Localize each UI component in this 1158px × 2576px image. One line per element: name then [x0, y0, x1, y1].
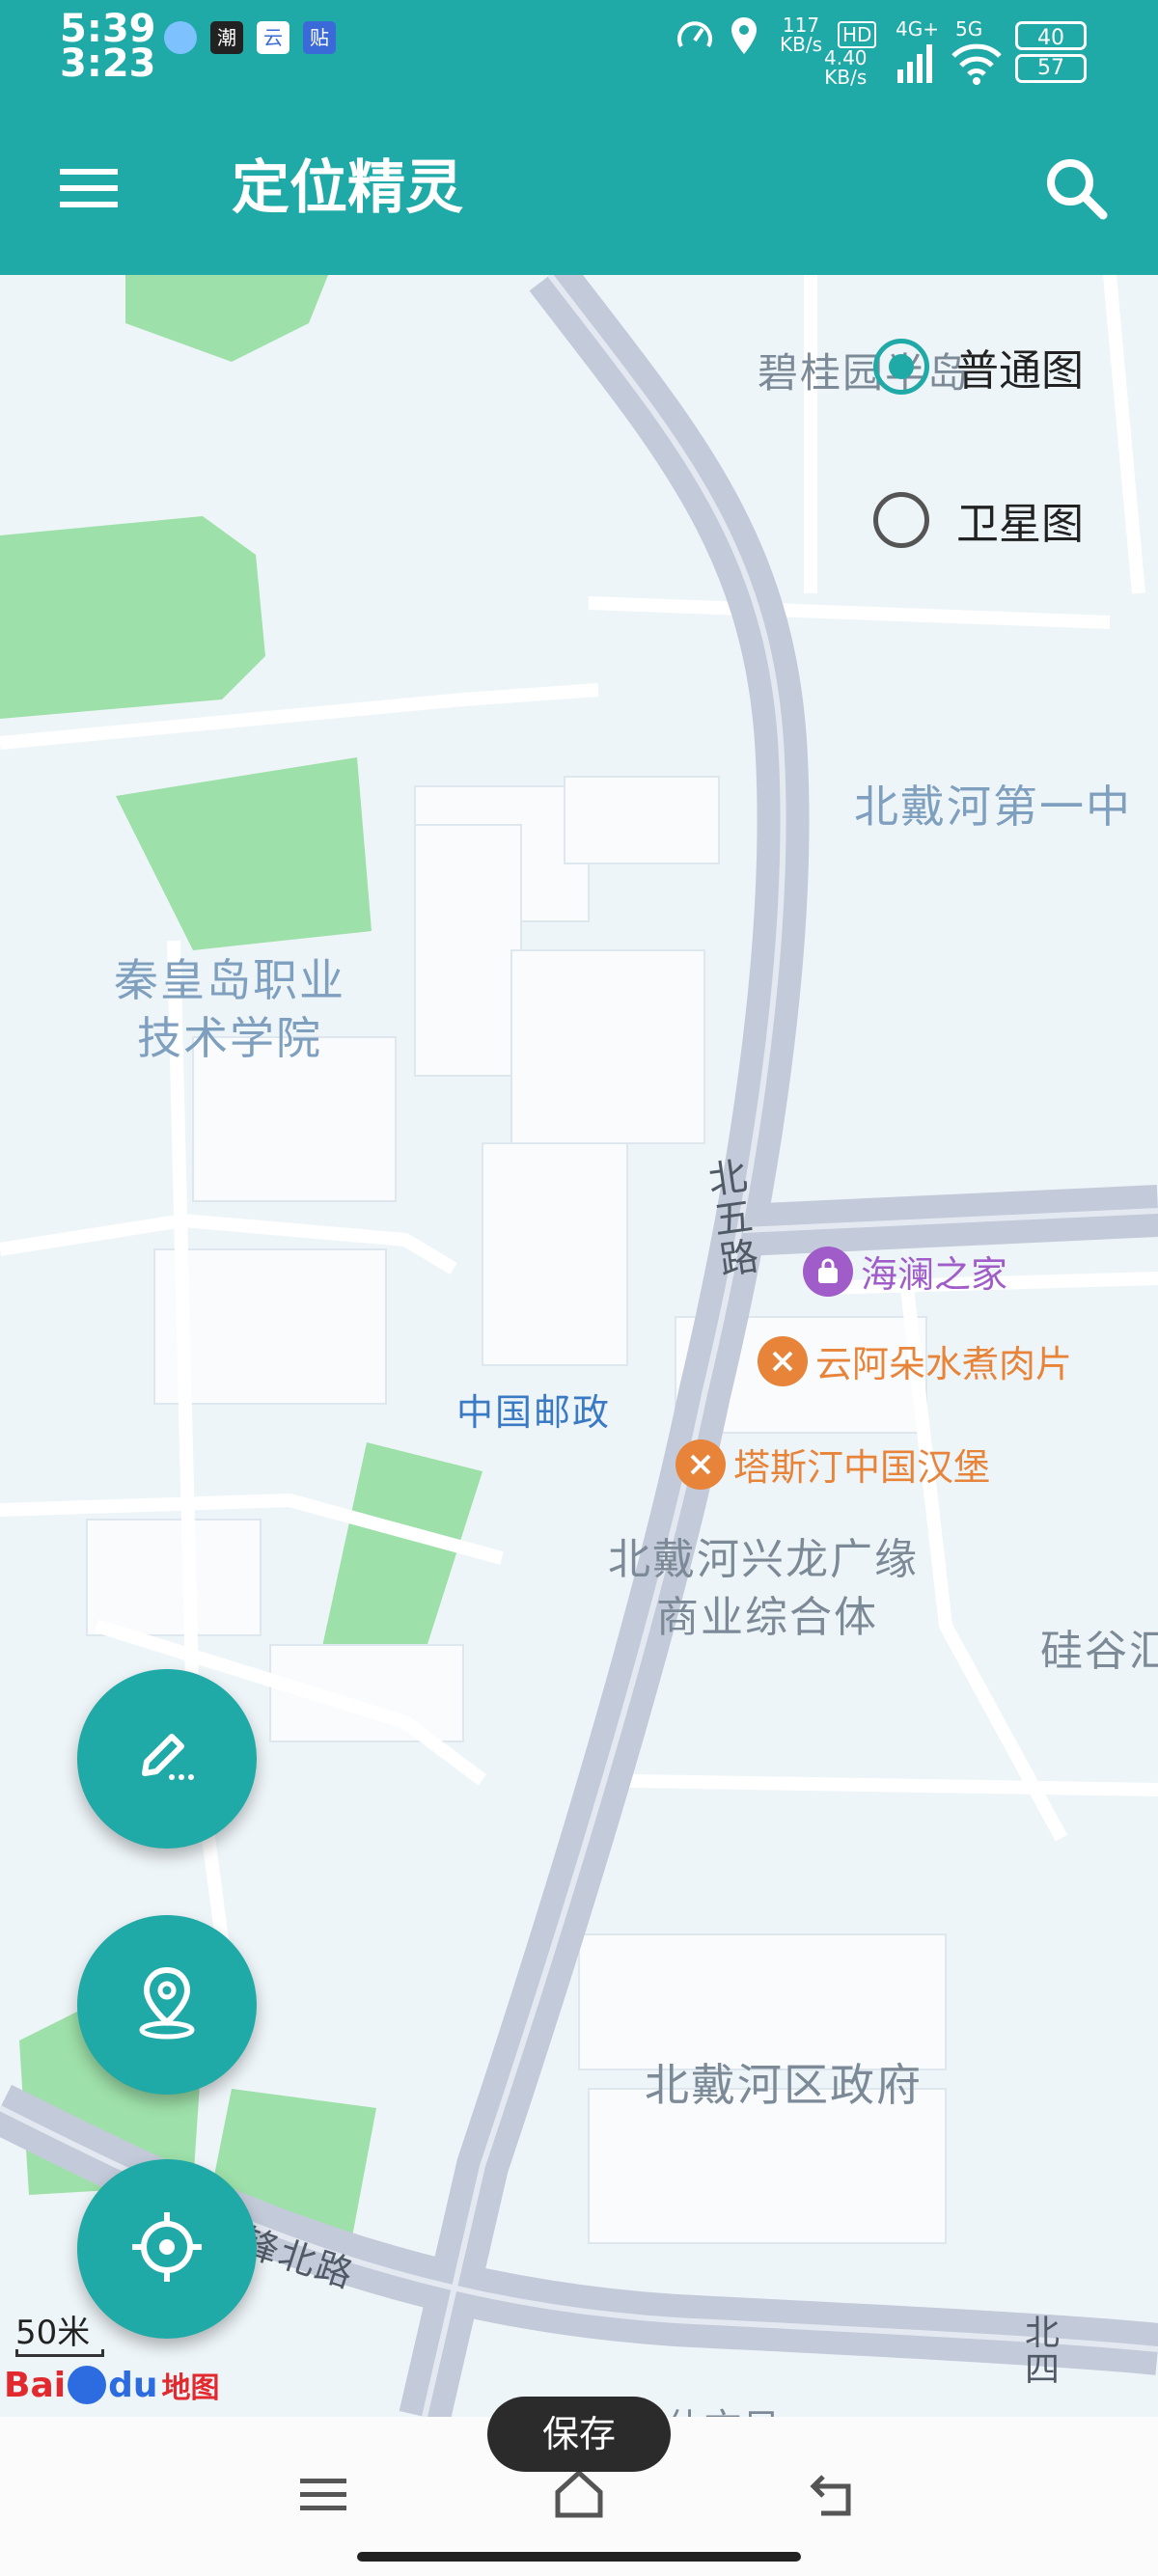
baidu-paw-icon	[68, 2366, 107, 2404]
baidu-logo-text-left: Bai	[4, 2365, 67, 2405]
battery-top: 40	[1015, 21, 1087, 50]
network-4g-label: 4G+	[896, 17, 939, 41]
restaurant-icon	[676, 1439, 726, 1490]
poi-yunaduo[interactable]: 云阿朵水煮肉片	[758, 1334, 1072, 1387]
restaurant-icon	[758, 1335, 808, 1386]
gesture-bar[interactable]	[357, 2552, 801, 2562]
location-status-icon	[730, 15, 758, 60]
app-flower-icon	[164, 21, 197, 54]
map-view[interactable]: 碧桂园半岛 秦皇岛职业 技术学院 北戴河第一中 北五路 中国邮政 北戴河兴龙广缘…	[0, 275, 1158, 2417]
map-label-post-office: 中国邮政	[456, 1391, 612, 1434]
wifi-icon	[950, 42, 1004, 89]
signal-icon	[896, 41, 938, 89]
page-title: 定位精灵	[232, 154, 463, 222]
net-speed-bottom: 4.40 KB/s	[824, 48, 868, 87]
map-label-school-line2: 技术学院	[137, 1012, 322, 1064]
app-bar: 定位精灵	[0, 96, 1158, 275]
scale-bar	[15, 2349, 104, 2357]
map-label-school-line1: 秦皇岛职业	[114, 954, 345, 1006]
crosshair-icon	[128, 2208, 206, 2289]
my-location-button[interactable]	[77, 2159, 257, 2339]
poi-name: 海澜之家	[861, 1253, 1008, 1296]
map-label-gov: 北戴河区政府	[645, 2059, 923, 2111]
radio-map-satellite[interactable]: 卫星图	[873, 489, 1084, 551]
app-news-icon: 潮	[210, 21, 243, 54]
back-icon[interactable]	[806, 2465, 864, 2523]
home-icon[interactable]	[550, 2465, 608, 2523]
map-label-plaza-line2: 商业综合体	[656, 1593, 878, 1642]
hd-badge: HD	[838, 21, 877, 48]
battery-bottom: 57	[1015, 54, 1087, 83]
baidu-logo-text-cn: 地图	[161, 2371, 220, 2405]
baidu-logo-text-right: du	[108, 2365, 158, 2405]
radio-unchecked-icon[interactable]	[873, 492, 929, 548]
time-bottom: 3:23	[60, 41, 156, 86]
radio-label: 卫星图	[956, 500, 1084, 549]
map-label-middle-school: 北戴河第一中	[854, 781, 1132, 833]
poi-name: 云阿朵水煮肉片	[815, 1343, 1073, 1385]
scale-label: 50米	[15, 2314, 91, 2352]
net-speed-top-value: 117	[782, 14, 820, 37]
poi-hailan[interactable]: 海澜之家	[803, 1245, 1007, 1298]
map-label-road-beisi: 北四	[1025, 2314, 1062, 2390]
net-speed-top-unit: KB/s	[780, 33, 822, 56]
location-pin-button[interactable]	[77, 1915, 257, 2095]
net-speed-bottom-value: 4.40	[824, 46, 868, 69]
edit-pencil-icon	[133, 1723, 201, 1795]
app-tieba-icon: 贴	[303, 21, 336, 54]
poi-name: 塔斯汀中国汉堡	[733, 1446, 991, 1489]
poi-tasiting[interactable]: 塔斯汀中国汉堡	[676, 1438, 990, 1491]
radio-label: 普通图	[956, 346, 1084, 396]
net-speed-bottom-unit: KB/s	[824, 66, 868, 89]
shopping-bag-icon	[803, 1246, 853, 1297]
hamburger-menu-icon[interactable]	[50, 150, 127, 227]
map-label-plaza-line1: 北戴河兴龙广缘	[608, 1535, 919, 1584]
map-label-silicon: 硅谷汇	[1040, 1627, 1158, 1676]
search-icon[interactable]	[1037, 150, 1115, 227]
recent-apps-icon[interactable]	[294, 2465, 352, 2523]
status-bar: 5:39 3:23 潮 云 贴 117 KB/s 4.40 KB/s HD 4G…	[0, 0, 1158, 96]
toast-save: 保存	[487, 2397, 671, 2472]
radio-map-normal[interactable]: 普通图	[873, 336, 1084, 397]
clock: 5:39 3:23	[60, 10, 156, 86]
net-speed-top: 117 KB/s	[780, 15, 822, 54]
location-pin-icon	[133, 1964, 201, 2045]
app-cloud-icon: 云	[257, 21, 290, 54]
baidu-logo: Bai du 地图	[4, 2364, 219, 2406]
speed-icon	[676, 17, 714, 60]
network-5g-label: 5G	[955, 17, 983, 41]
radio-checked-icon[interactable]	[873, 339, 929, 395]
notification-icons: 潮 云 贴	[164, 21, 336, 54]
edit-button[interactable]	[77, 1669, 257, 1849]
